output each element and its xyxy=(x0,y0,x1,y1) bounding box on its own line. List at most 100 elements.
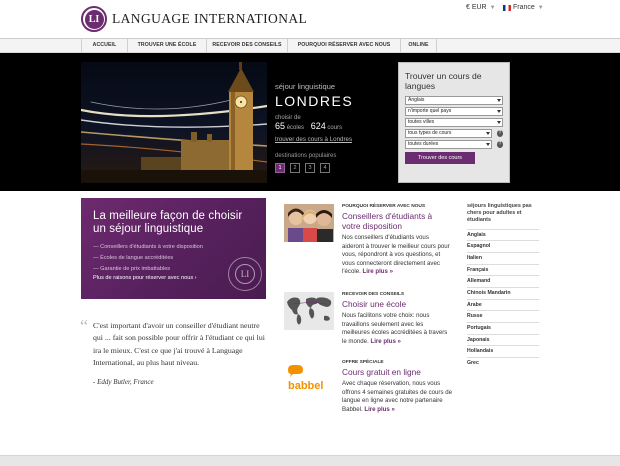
help-icon[interactable]: ? xyxy=(496,129,503,137)
read-more-link[interactable]: Lire plus » xyxy=(364,406,394,413)
currency-selector[interactable]: € EUR ▼ xyxy=(466,4,496,11)
schools-count: 65 xyxy=(275,121,286,131)
sidebar-item-anglais[interactable]: Anglais xyxy=(467,228,539,241)
hero-pagination: 1 2 3 4 xyxy=(275,163,353,173)
nav-item-online[interactable]: ONLINE xyxy=(400,39,437,52)
course-type-row: tous types de cours ? xyxy=(405,129,503,138)
duration-select[interactable]: toutes durées xyxy=(405,140,492,149)
chevron-down-icon: ▼ xyxy=(537,4,544,11)
help-icon[interactable]: ? xyxy=(496,140,503,148)
sidebar-item-espagnol[interactable]: Espagnol xyxy=(467,240,539,252)
feature-body-text: Nos conseillers d'étudiants vous aideron… xyxy=(342,234,450,276)
hero-counts: choisir de 65 écoles 624 cours xyxy=(275,115,353,131)
feature-title[interactable]: Conseillers d'étudiants à votre disposit… xyxy=(342,211,452,231)
feature-body-text: Avec chaque réservation, nous vous offro… xyxy=(342,380,452,413)
world-map-image xyxy=(284,292,334,330)
babbel-logo-text: babbel xyxy=(288,380,323,392)
page-button-4[interactable]: 4 xyxy=(320,163,330,173)
world-map-icon xyxy=(284,292,334,330)
feature-text: POURQUOI RÉSERVER AVEC NOUS Conseillers … xyxy=(342,204,452,277)
course-type-select[interactable]: tous types de cours xyxy=(405,129,492,138)
finder-title: Trouver un cours de langues xyxy=(405,71,482,91)
logo[interactable]: LI LANGUAGE INTERNATIONAL xyxy=(81,6,307,32)
hero-kicker: séjour linguistique xyxy=(275,82,336,91)
sidebar-item-italien[interactable]: Italien xyxy=(467,251,539,264)
london-photo[interactable] xyxy=(81,62,267,183)
feature-title[interactable]: Cours gratuit en ligne xyxy=(342,367,452,377)
main-nav-bar: ACCUEIL TROUVER UNE ÉCOLE RECEVOIR DES C… xyxy=(0,38,620,53)
feature-title[interactable]: Choisir une école xyxy=(342,299,452,309)
chevron-down-icon xyxy=(485,131,490,135)
schools-label: écoles xyxy=(286,125,305,131)
chevron-down-icon xyxy=(497,98,501,102)
duration-select-value: toutes durées xyxy=(408,141,439,147)
students-photo xyxy=(284,204,334,242)
sidebar-item-francais[interactable]: Français xyxy=(467,263,539,276)
find-courses-button[interactable]: Trouver des cours xyxy=(405,151,475,164)
hero-city: LONDRES xyxy=(275,93,354,109)
country-selector[interactable]: France ▼ xyxy=(503,4,544,11)
page-button-1[interactable]: 1 xyxy=(275,163,285,173)
sidebar-item-hollandais[interactable]: Hollandais xyxy=(467,345,539,357)
promo-bullet: — Conseillers d'étudiants à votre dispos… xyxy=(93,244,203,250)
promo-bullet: — Écoles de langue accréditées xyxy=(93,255,174,261)
main-nav: ACCUEIL TROUVER UNE ÉCOLE RECEVOIR DES C… xyxy=(81,39,437,52)
nav-item-trouver-ecole[interactable]: TROUVER UNE ÉCOLE xyxy=(127,39,206,52)
popular-label: destinations populaires xyxy=(275,153,337,159)
sidebar-item-japonais[interactable]: Japonais xyxy=(467,333,539,346)
feature-body: Nos conseillers d'étudiants vous aideron… xyxy=(342,234,452,277)
sidebar-item-russe[interactable]: Russe xyxy=(467,310,539,322)
course-finder: Trouver un cours de langues Anglais n'im… xyxy=(398,62,510,183)
hero-info: séjour linguistique LONDRES choisir de 6… xyxy=(275,82,353,173)
page: LI LANGUAGE INTERNATIONAL € EUR ▼ France ▼… xyxy=(0,0,620,466)
page-button-2[interactable]: 2 xyxy=(290,163,300,173)
site-name: LANGUAGE INTERNATIONAL xyxy=(112,11,308,26)
feature-text: RECEVOIR DES CONSEILS Choisir une école … xyxy=(342,292,452,346)
language-select[interactable]: Anglais xyxy=(405,96,503,105)
sidebar-item-portugais[interactable]: Portugais xyxy=(467,322,539,334)
language-sidebar: séjours linguistiques pas chers pour adu… xyxy=(467,203,539,369)
sidebar-item-arabe[interactable]: Arabe xyxy=(467,298,539,311)
course-type-select-value: tous types de cours xyxy=(408,130,452,136)
france-flag-icon xyxy=(503,4,511,11)
nav-item-recevoir-conseils[interactable]: RECEVOIR DES CONSEILS xyxy=(206,39,287,52)
students-icon xyxy=(284,204,334,242)
chevron-down-icon xyxy=(497,120,501,124)
testimonial-text: C'est important d'avoir un conseiller d'… xyxy=(93,321,265,367)
hero-link[interactable]: trouver des cours à Londres xyxy=(275,136,353,143)
logo-icon: LI xyxy=(81,6,107,32)
sidebar-heading: séjours linguistiques pas chers pour adu… xyxy=(467,203,532,224)
nav-item-accueil[interactable]: ACCUEIL xyxy=(81,39,127,52)
feature-body: Avec chaque réservation, nous vous offro… xyxy=(342,380,452,414)
logo-mark: LI xyxy=(84,9,104,29)
sidebar-item-allemand[interactable]: Allemand xyxy=(467,275,539,287)
city-select-value: toutes villes xyxy=(408,119,435,125)
feature-kicker: RECEVOIR DES CONSEILS xyxy=(342,292,405,297)
city-select[interactable]: toutes villes xyxy=(405,118,503,127)
chevron-down-icon: ▼ xyxy=(489,4,496,11)
read-more-link[interactable]: Lire plus » xyxy=(370,338,400,345)
country-select[interactable]: n'importe quel pays xyxy=(405,107,503,116)
quote-mark-icon: “ xyxy=(80,316,88,336)
nav-item-pourquoi-reserver[interactable]: POURQUOI RÉSERVER AVEC NOUS xyxy=(287,39,400,52)
feature-kicker: OFFRE SPÉCIALE xyxy=(342,360,384,365)
country-select-value: n'importe quel pays xyxy=(408,108,452,114)
babbel-logo: babbel xyxy=(284,360,334,398)
sidebar-item-grec[interactable]: Grec xyxy=(467,357,539,369)
language-select-value: Anglais xyxy=(408,97,425,103)
promo-title: La meilleure façon de choisir un séjour … xyxy=(93,210,243,235)
courses-count: 624 xyxy=(310,121,326,131)
big-ben-image xyxy=(81,62,267,183)
feature-kicker: POURQUOI RÉSERVER AVEC NOUS xyxy=(342,204,426,209)
country-label: France xyxy=(513,4,535,11)
feature-text: OFFRE SPÉCIALE Cours gratuit en ligne Av… xyxy=(342,360,452,414)
footer-bar xyxy=(0,455,620,466)
sidebar-item-chinois[interactable]: Chinois Mandarin xyxy=(467,287,539,299)
read-more-link[interactable]: Lire plus » xyxy=(362,268,392,275)
seal-icon: LI xyxy=(228,257,262,291)
header: LI LANGUAGE INTERNATIONAL € EUR ▼ France ▼ xyxy=(0,0,620,38)
page-button-3[interactable]: 3 xyxy=(305,163,315,173)
testimonial: “ C'est important d'avoir un conseiller … xyxy=(80,316,270,387)
seal-mark: LI xyxy=(235,264,255,284)
testimonial-author: - Eddy Butler, France xyxy=(93,378,154,387)
